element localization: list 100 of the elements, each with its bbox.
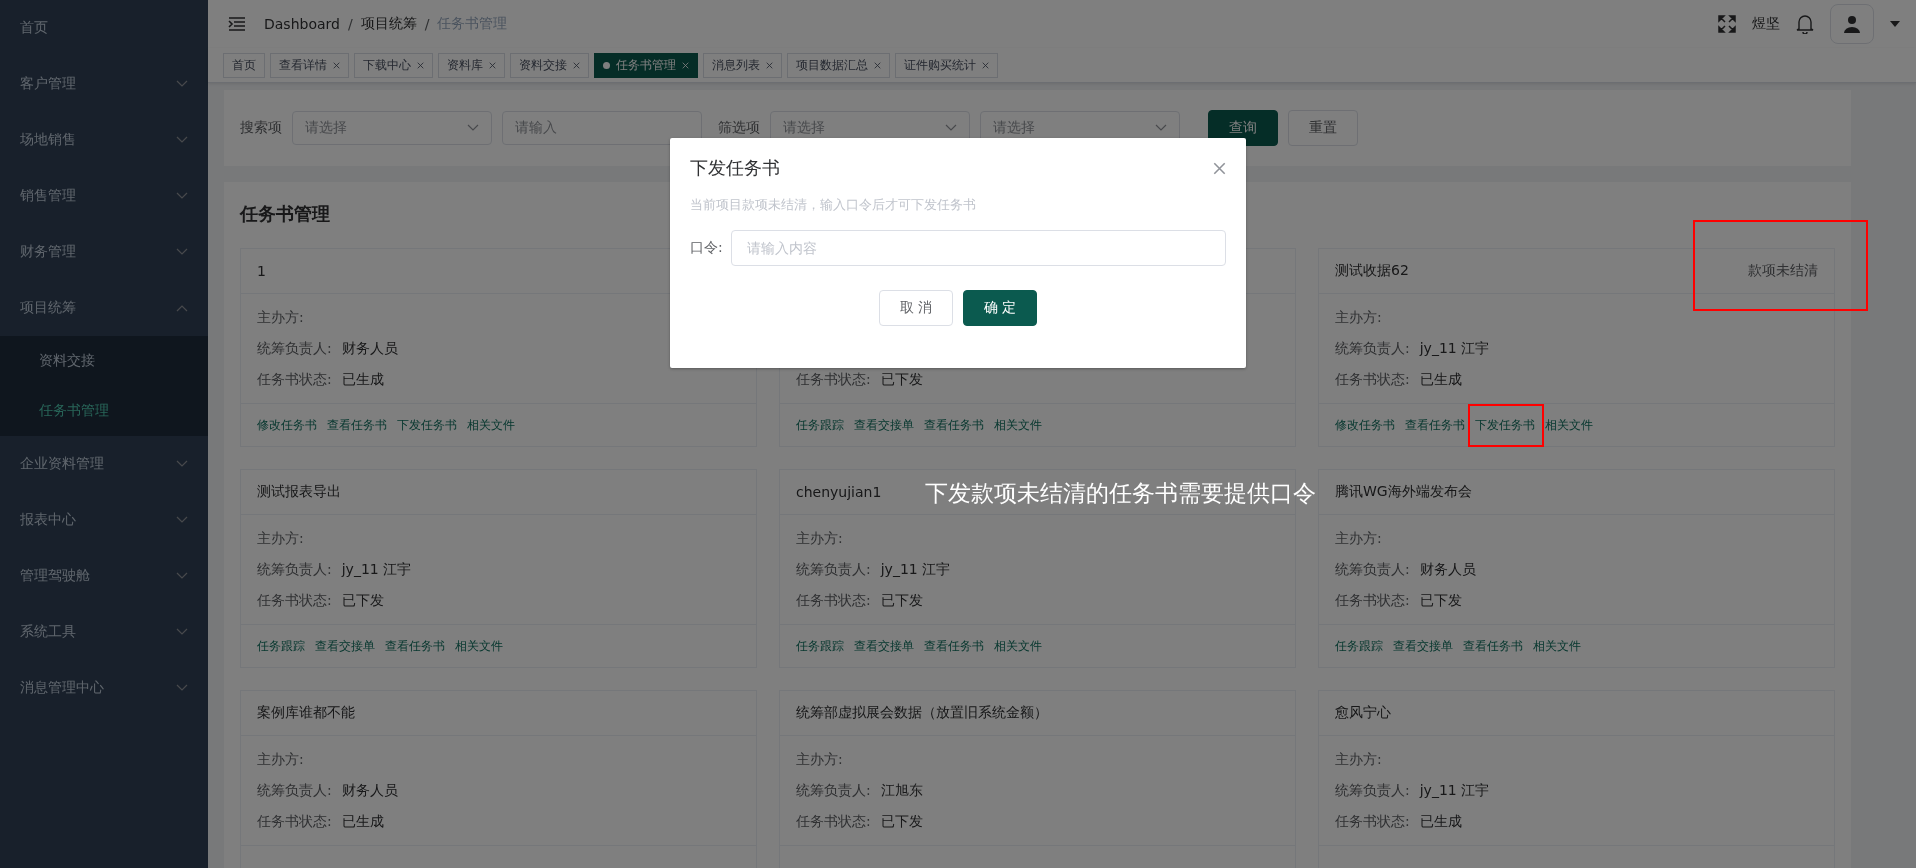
page-tab[interactable]: 首页: [223, 52, 265, 78]
action-link[interactable]: 查看任务书: [924, 416, 984, 434]
sidebar-item[interactable]: 管理驾驶舱: [0, 548, 208, 604]
sidebar-item[interactable]: 客户管理: [0, 56, 208, 112]
field-value: jy_11 江宇: [880, 560, 951, 579]
field-label: 统筹负责人:: [1335, 781, 1410, 800]
field-value: 已下发: [880, 591, 923, 610]
breadcrumb-link[interactable]: 项目统筹: [360, 15, 417, 33]
field-label: 任务书状态:: [1335, 591, 1410, 610]
action-link[interactable]: 下发任务书: [1475, 416, 1535, 434]
action-link[interactable]: 查看交接单: [1393, 637, 1453, 655]
page-tab[interactable]: 证件购买统计: [895, 52, 998, 78]
action-link[interactable]: 查看交接单: [315, 637, 375, 655]
card-title: chenyujian1: [796, 484, 882, 500]
field-value: 江旭东: [880, 781, 923, 800]
field-label: 主办方:: [1335, 529, 1382, 548]
sidebar-item[interactable]: 销售管理: [0, 168, 208, 224]
breadcrumb-link[interactable]: Dashboard: [264, 16, 340, 32]
field-label: 主办方:: [257, 529, 304, 548]
field-value: 财务人员: [341, 339, 398, 358]
sidebar-item[interactable]: 场地销售: [0, 112, 208, 168]
field-value: 已下发: [880, 370, 923, 389]
page-tab[interactable]: 项目数据汇总: [787, 52, 890, 78]
sidebar-item[interactable]: 首页: [0, 0, 208, 56]
field-label: 统筹负责人:: [1335, 339, 1410, 358]
field-value: 已下发: [1419, 591, 1462, 610]
field-label: 任务书状态:: [796, 370, 871, 389]
card-title: 愈风宁心: [1335, 704, 1391, 722]
card-title: 统筹部虚拟展会数据（放置旧系统金额）: [796, 704, 1048, 722]
field-label: 统筹负责人:: [796, 781, 871, 800]
field-value: jy_11 江宇: [1419, 781, 1490, 800]
action-link[interactable]: 相关文件: [1545, 416, 1593, 434]
field-value: jy_11 江宇: [1419, 339, 1490, 358]
field-label: 任务书状态:: [257, 812, 332, 831]
field-value: 财务人员: [341, 781, 398, 800]
page-tab[interactable]: 资料库: [438, 52, 505, 78]
sidebar-item[interactable]: 系统工具: [0, 604, 208, 660]
card-title: 测试收据62: [1335, 262, 1409, 280]
action-link[interactable]: 相关文件: [994, 637, 1042, 655]
action-link[interactable]: 查看任务书: [385, 637, 445, 655]
action-link[interactable]: 任务跟踪: [1335, 637, 1383, 655]
action-link[interactable]: 任务跟踪: [796, 637, 844, 655]
sidebar-subitem[interactable]: 任务书管理: [0, 386, 208, 436]
action-link[interactable]: 相关文件: [467, 416, 515, 434]
action-link[interactable]: 相关文件: [455, 637, 503, 655]
action-link[interactable]: 修改任务书: [1335, 416, 1395, 434]
dialog-button[interactable]: 取 消: [879, 290, 953, 326]
sidebar-item[interactable]: 企业资料管理: [0, 436, 208, 492]
sidebar-item[interactable]: 消息管理中心: [0, 660, 208, 716]
card-title: 腾讯WG海外端发布会: [1335, 483, 1472, 501]
payment-status: 款项未结清: [1748, 262, 1818, 280]
action-link[interactable]: 相关文件: [1533, 637, 1581, 655]
action-link[interactable]: 查看任务书: [1405, 416, 1465, 434]
field-label: 主办方:: [257, 750, 304, 769]
panel-title: 任务书管理: [240, 202, 330, 226]
action-link[interactable]: 查看交接单: [854, 416, 914, 434]
page-tab[interactable]: 查看详情: [270, 52, 349, 78]
card-title: 1: [257, 263, 266, 279]
field-label: 任务书状态:: [796, 591, 871, 610]
action-link[interactable]: 相关文件: [994, 416, 1042, 434]
field-label: 主办方:: [1335, 750, 1382, 769]
action-link[interactable]: 查看任务书: [327, 416, 387, 434]
field-label: 统筹负责人:: [257, 781, 332, 800]
field-label: 主办方:: [1335, 308, 1382, 327]
field-label: 主办方:: [796, 529, 843, 548]
field-label: 筛选项: [718, 119, 760, 137]
field-value: 已下发: [341, 591, 384, 610]
field-label: 口令:: [690, 239, 723, 257]
username[interactable]: 煜坚: [1752, 15, 1780, 33]
sidebar-item[interactable]: 财务管理: [0, 224, 208, 280]
search-button[interactable]: 重置: [1288, 110, 1358, 146]
sidebar-subitem[interactable]: 资料交接: [0, 336, 208, 386]
page-tab[interactable]: 下载中心: [354, 52, 433, 78]
breadcrumb-separator: /: [424, 16, 430, 32]
action-link[interactable]: 查看交接单: [854, 637, 914, 655]
card-title: 案例库谁都不能: [257, 704, 355, 722]
field-label: 任务书状态:: [1335, 370, 1410, 389]
page-tab[interactable]: 消息列表: [703, 52, 782, 78]
field-value: 已生成: [341, 812, 384, 831]
action-link[interactable]: 任务跟踪: [257, 637, 305, 655]
breadcrumb-separator: /: [347, 16, 353, 32]
page-tab[interactable]: 资料交接: [510, 52, 589, 78]
sidebar-item[interactable]: 项目统筹: [0, 280, 208, 336]
field-label: 任务书状态:: [796, 812, 871, 831]
annotation-note: 下发款项未结清的任务书需要提供口令: [925, 479, 1316, 508]
action-link[interactable]: 下发任务书: [397, 416, 457, 434]
action-link[interactable]: 查看任务书: [924, 637, 984, 655]
action-link[interactable]: 修改任务书: [257, 416, 317, 434]
action-link[interactable]: 查看任务书: [1463, 637, 1523, 655]
field-value: 已生成: [1419, 370, 1462, 389]
sidebar-item[interactable]: 报表中心: [0, 492, 208, 548]
field-label: 统筹负责人:: [257, 560, 332, 579]
action-link[interactable]: 任务跟踪: [796, 416, 844, 434]
field-value: 已生成: [1419, 812, 1462, 831]
page-tab[interactable]: 任务书管理: [594, 52, 698, 78]
dialog-button[interactable]: 确 定: [963, 290, 1037, 326]
dialog-title: 下发任务书: [690, 156, 780, 180]
field-label: 主办方:: [257, 308, 304, 327]
field-label: 统筹负责人:: [257, 339, 332, 358]
password-field[interactable]: 请输入内容: [730, 230, 1226, 266]
